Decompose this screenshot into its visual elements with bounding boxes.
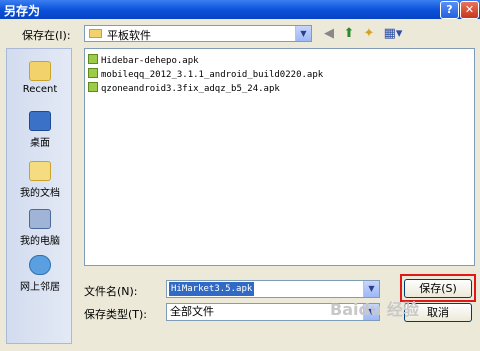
filetype-value: 全部文件: [170, 305, 214, 318]
new-folder-icon[interactable]: ✦: [360, 26, 378, 42]
close-button[interactable]: ✕: [460, 1, 479, 19]
place-recent[interactable]: Recent: [7, 61, 73, 95]
file-list[interactable]: Hidebar-dehepo.apk mobileqq_2012_3.1.1_a…: [84, 48, 475, 266]
file-name: mobileqq_2012_3.1.1_android_build0220.ap…: [101, 70, 324, 80]
save-in-value: 平板软件: [107, 29, 151, 42]
places-bar: Recent 桌面 我的文档 我的电脑 网上邻居: [6, 48, 72, 344]
apk-file-icon: [88, 82, 98, 92]
place-label: 网上邻居: [20, 282, 60, 293]
title-bar: 另存为 ? ✕: [0, 0, 480, 19]
place-my-computer[interactable]: 我的电脑: [7, 209, 73, 247]
filename-label: 文件名(N):: [84, 285, 138, 298]
place-label: 桌面: [30, 138, 50, 149]
folder-icon: [89, 29, 102, 38]
list-item[interactable]: qzoneandroid3.3fix_adqz_b5_24.apk: [88, 82, 280, 95]
desktop-icon: [29, 111, 51, 131]
chevron-down-icon[interactable]: ▼: [295, 26, 311, 41]
save-in-dropdown[interactable]: 平板软件 ▼: [84, 25, 312, 42]
documents-icon: [29, 161, 51, 181]
filetype-label: 保存类型(T):: [84, 308, 148, 321]
place-label: 我的电脑: [20, 236, 60, 247]
apk-file-icon: [88, 54, 98, 64]
watermark: Baidu 经验: [330, 300, 419, 319]
file-name: qzoneandroid3.3fix_adqz_b5_24.apk: [101, 84, 280, 94]
place-label: 我的文档: [20, 188, 60, 199]
list-item[interactable]: Hidebar-dehepo.apk: [88, 54, 199, 67]
help-button[interactable]: ?: [440, 1, 459, 19]
place-network[interactable]: 网上邻居: [7, 255, 73, 293]
chevron-down-icon[interactable]: ▼: [363, 281, 379, 297]
back-icon[interactable]: ◀: [320, 26, 338, 42]
file-name: Hidebar-dehepo.apk: [101, 56, 199, 66]
apk-file-icon: [88, 68, 98, 78]
view-menu-icon[interactable]: ▦▾: [380, 26, 406, 42]
place-desktop[interactable]: 桌面: [7, 111, 73, 149]
filename-value: HiMarket3.5.apk: [169, 282, 255, 296]
computer-icon: [29, 209, 51, 229]
place-label: Recent: [22, 84, 58, 95]
up-folder-icon[interactable]: ⬆: [340, 26, 358, 42]
network-icon: [29, 255, 51, 275]
place-my-documents[interactable]: 我的文档: [7, 161, 73, 199]
save-in-label: 保存在(I):: [22, 29, 71, 42]
recent-icon: [29, 61, 51, 81]
window-title: 另存为: [4, 4, 41, 18]
list-item[interactable]: mobileqq_2012_3.1.1_android_build0220.ap…: [88, 68, 323, 81]
